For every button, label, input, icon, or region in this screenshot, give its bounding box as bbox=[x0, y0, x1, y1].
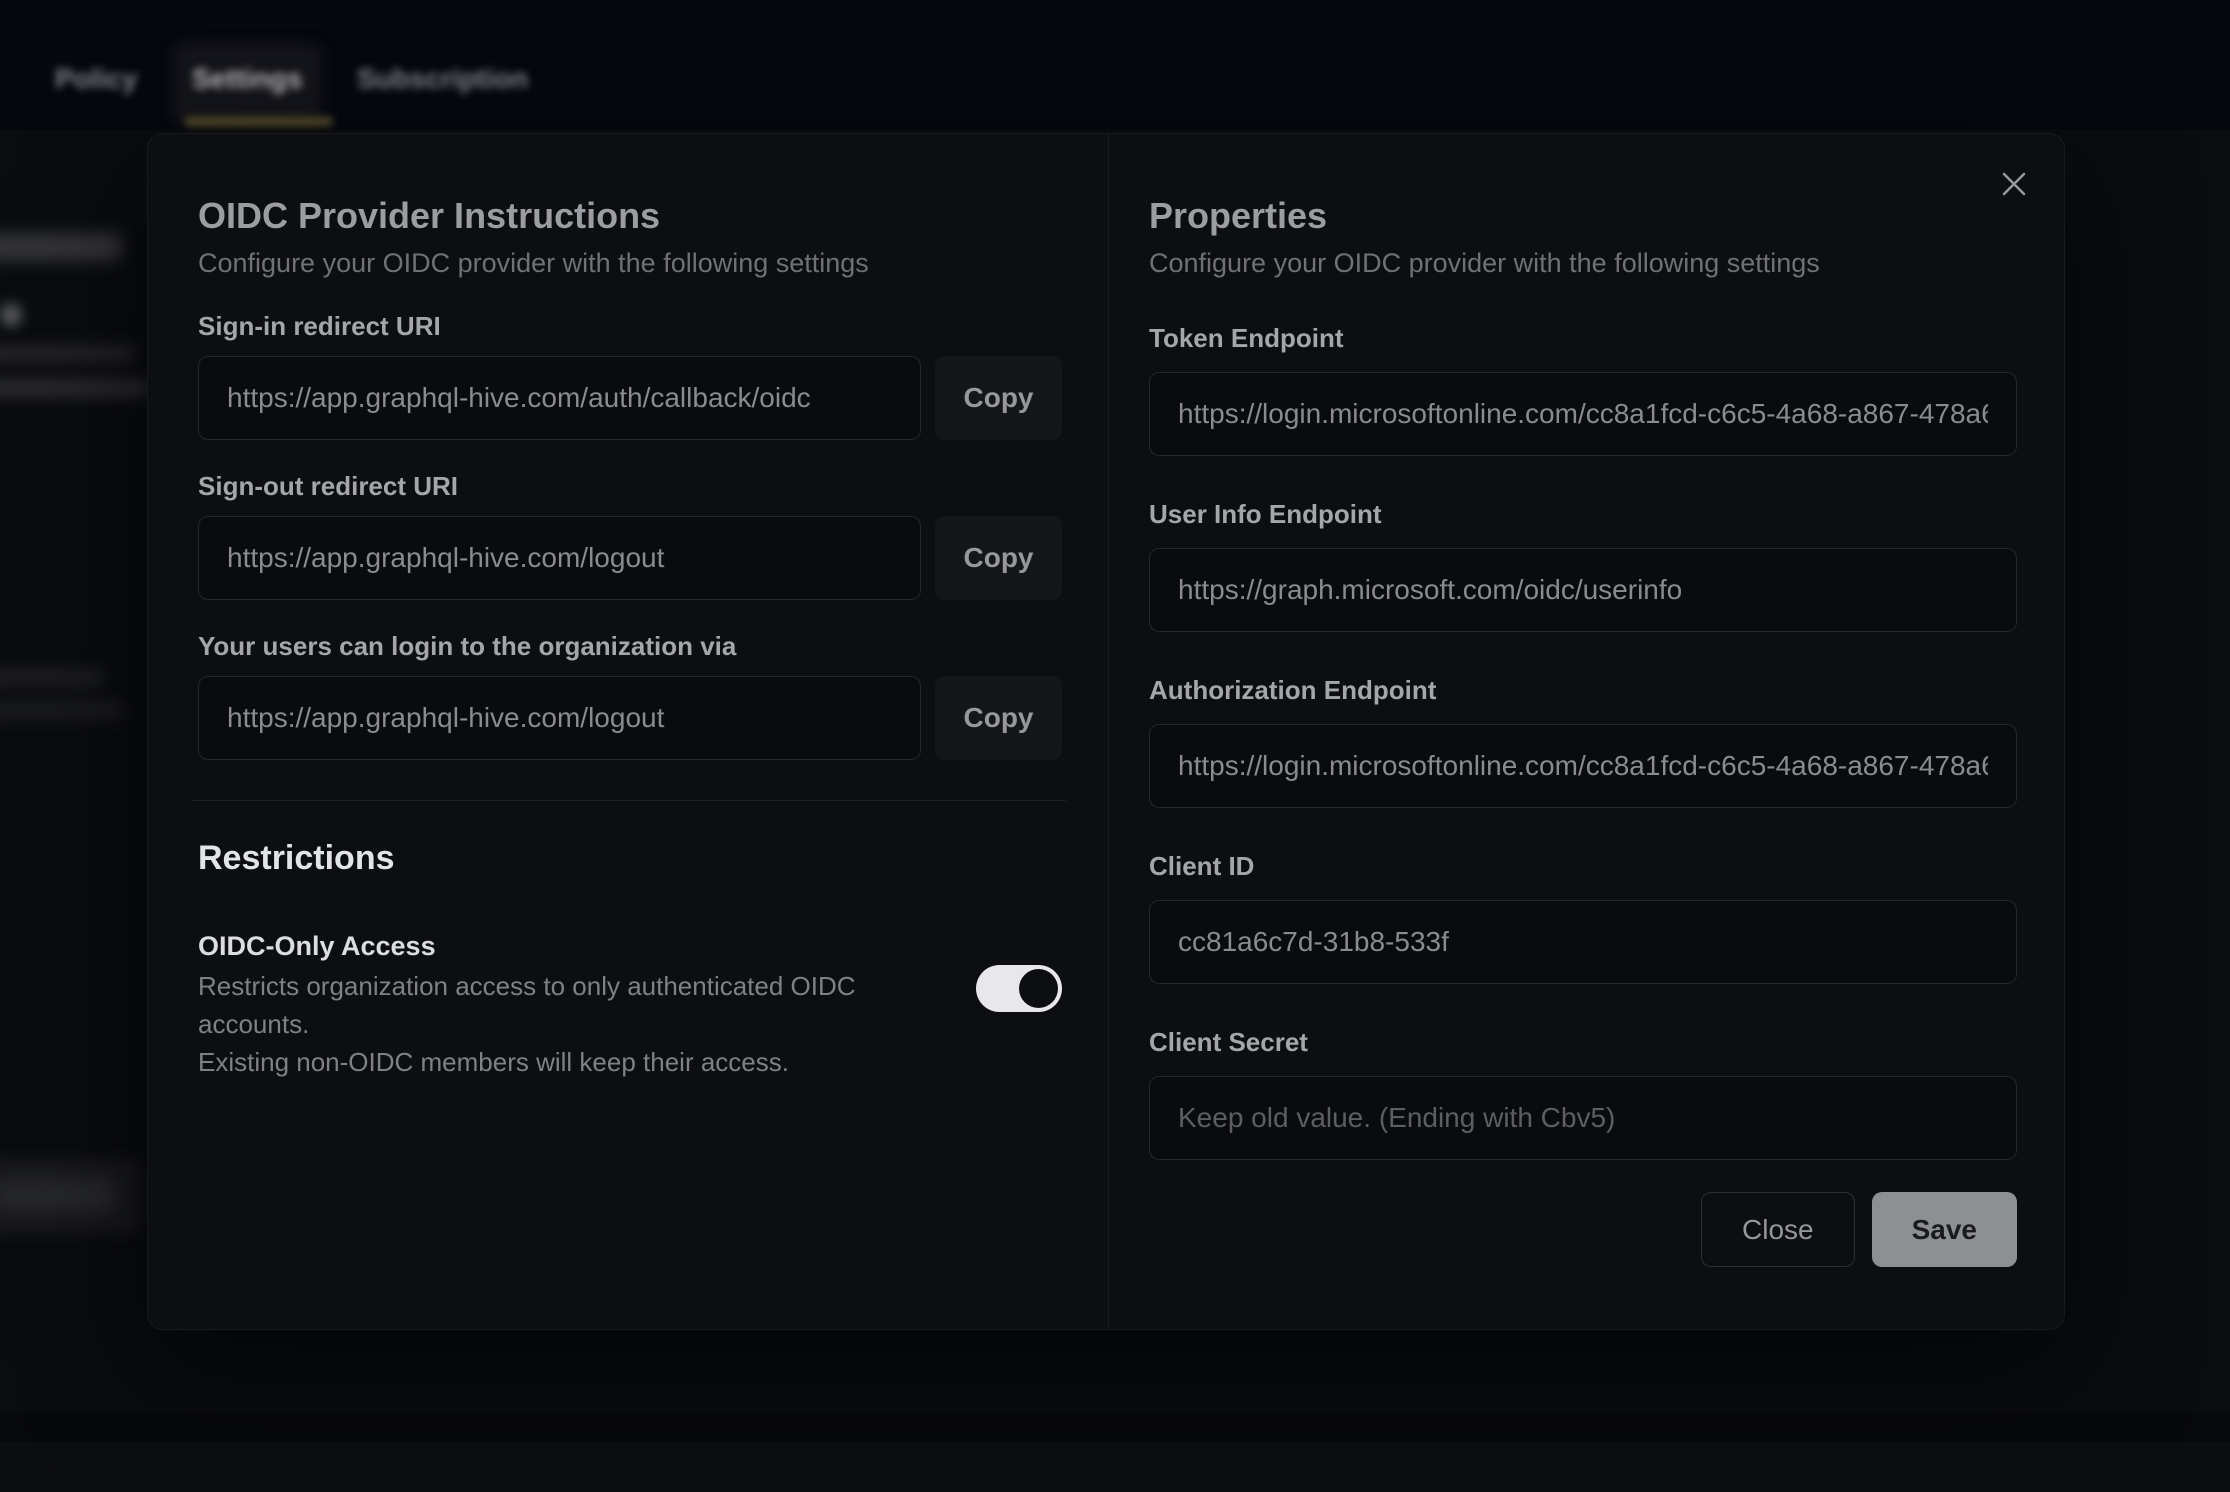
description-line-1: Restricts organization access to only au… bbox=[198, 967, 898, 1043]
properties-title: Properties bbox=[1149, 194, 2017, 238]
blurred-background-button bbox=[0, 1158, 142, 1234]
column-divider bbox=[1108, 134, 1109, 1329]
properties-subtitle: Configure your OIDC provider with the fo… bbox=[1149, 246, 2017, 280]
client-id-input[interactable] bbox=[1149, 900, 2017, 984]
blurred-dot bbox=[0, 303, 22, 327]
restrictions-divider bbox=[191, 800, 1066, 801]
copy-sign-out-uri-button[interactable]: Copy bbox=[935, 516, 1062, 600]
oidc-settings-modal: OIDC Provider Instructions Configure you… bbox=[147, 133, 2065, 1330]
organization-login-uri-row: Copy bbox=[198, 676, 1062, 760]
properties-section: Properties Configure your OIDC provider … bbox=[1149, 134, 2017, 1267]
user-info-endpoint-label: User Info Endpoint bbox=[1149, 498, 2017, 530]
background-tab-bar: Policy Settings Subscription bbox=[0, 55, 700, 115]
oidc-instructions-section: OIDC Provider Instructions Configure you… bbox=[198, 134, 1062, 1081]
footer-divider-band bbox=[0, 1412, 2230, 1442]
client-secret-input[interactable] bbox=[1149, 1076, 2017, 1160]
instructions-title: OIDC Provider Instructions bbox=[198, 194, 1062, 238]
toggle-knob bbox=[1019, 969, 1058, 1008]
tab-policy[interactable]: Policy bbox=[55, 63, 137, 95]
active-tab-indicator bbox=[185, 117, 333, 126]
copy-login-uri-button[interactable]: Copy bbox=[935, 676, 1062, 760]
sign-in-redirect-uri-label: Sign-in redirect URI bbox=[198, 310, 1062, 342]
blurred-text-fragment bbox=[0, 668, 104, 688]
authorization-endpoint-input[interactable] bbox=[1149, 724, 2017, 808]
organization-login-uri-label: Your users can login to the organization… bbox=[198, 630, 1062, 662]
screen: Policy Settings Subscription OIDC Provid… bbox=[0, 0, 2230, 1492]
client-secret-label: Client Secret bbox=[1149, 1026, 2017, 1058]
user-info-endpoint-input[interactable] bbox=[1149, 548, 2017, 632]
client-id-label: Client ID bbox=[1149, 850, 2017, 882]
close-button[interactable]: Close bbox=[1701, 1192, 1855, 1267]
tab-settings[interactable]: Settings bbox=[192, 63, 302, 95]
blurred-text-fragment bbox=[0, 345, 136, 363]
sign-in-redirect-uri-row: Copy bbox=[198, 356, 1062, 440]
organization-login-uri-input[interactable] bbox=[198, 676, 921, 760]
sign-out-redirect-uri-row: Copy bbox=[198, 516, 1062, 600]
blurred-background-button-label bbox=[0, 1178, 116, 1212]
oidc-only-access-toggle[interactable] bbox=[976, 965, 1062, 1012]
oidc-only-access-description: Restricts organization access to only au… bbox=[198, 967, 898, 1081]
blurred-text-fragment bbox=[0, 378, 150, 398]
sign-out-redirect-uri-label: Sign-out redirect URI bbox=[198, 470, 1062, 502]
footer-band bbox=[0, 1442, 2230, 1492]
blurred-text-fragment bbox=[0, 700, 124, 720]
description-line-2: Existing non-OIDC members will keep thei… bbox=[198, 1043, 898, 1081]
blurred-text-fragment bbox=[0, 233, 122, 261]
sign-in-redirect-uri-input[interactable] bbox=[198, 356, 921, 440]
save-button[interactable]: Save bbox=[1872, 1192, 2017, 1267]
modal-actions: Close Save bbox=[1149, 1192, 2017, 1267]
token-endpoint-label: Token Endpoint bbox=[1149, 322, 2017, 354]
restrictions-title: Restrictions bbox=[198, 837, 1062, 879]
authorization-endpoint-label: Authorization Endpoint bbox=[1149, 674, 2017, 706]
sign-out-redirect-uri-input[interactable] bbox=[198, 516, 921, 600]
oidc-only-access-label: OIDC-Only Access bbox=[198, 929, 1062, 963]
oidc-only-access-row: OIDC-Only Access Restricts organization … bbox=[198, 929, 1062, 1081]
copy-sign-in-uri-button[interactable]: Copy bbox=[935, 356, 1062, 440]
instructions-subtitle: Configure your OIDC provider with the fo… bbox=[198, 246, 1062, 280]
token-endpoint-input[interactable] bbox=[1149, 372, 2017, 456]
tab-subscription[interactable]: Subscription bbox=[357, 63, 528, 95]
